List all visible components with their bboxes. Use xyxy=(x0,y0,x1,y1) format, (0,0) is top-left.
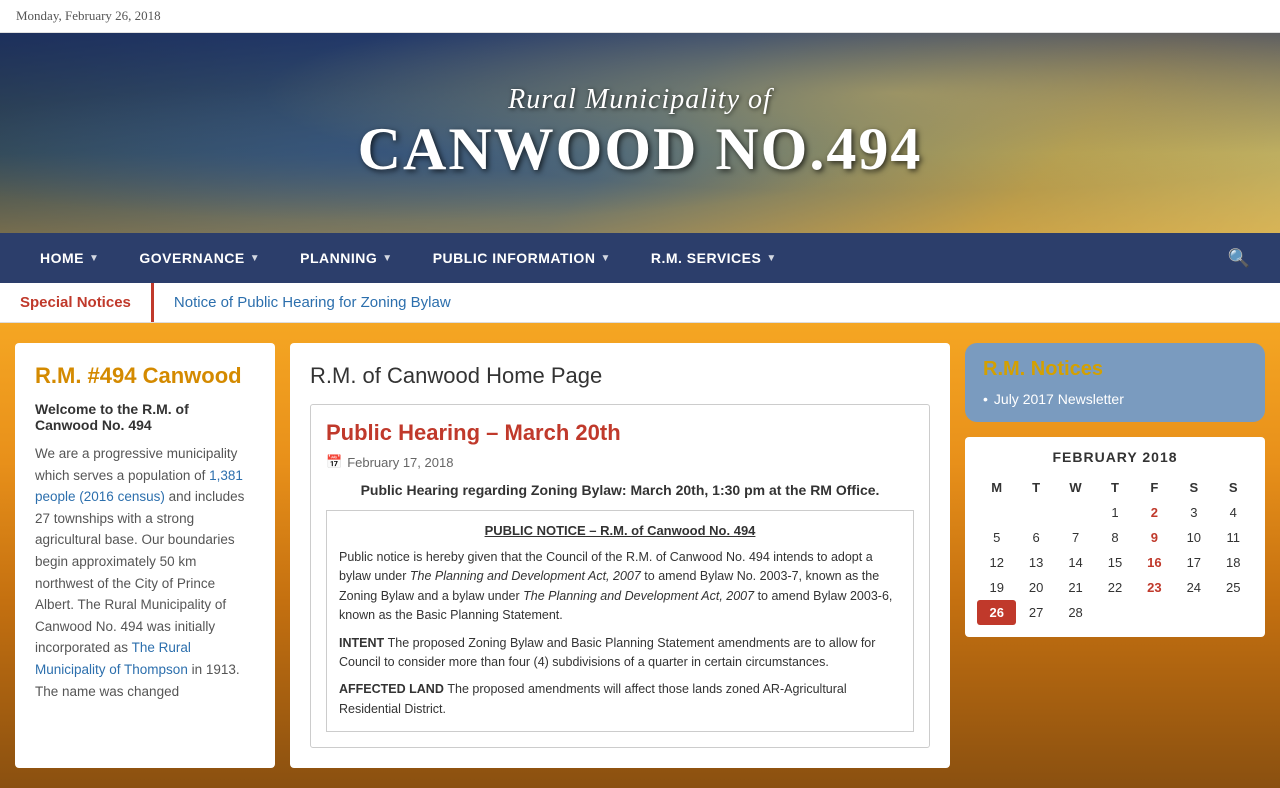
calendar-cell: 26 xyxy=(977,600,1016,625)
cal-header-s1: S xyxy=(1174,475,1213,500)
calendar-cell: 6 xyxy=(1016,525,1055,550)
nav-item-home[interactable]: HOME ▼ xyxy=(20,233,119,283)
calendar-header-row: M T W T F S S xyxy=(977,475,1253,500)
calendar-cell: 20 xyxy=(1016,575,1055,600)
nav-item-public-information[interactable]: PUBLIC INFORMATION ▼ xyxy=(413,233,631,283)
calendar-cell: 14 xyxy=(1056,550,1095,575)
calendar-row: 12131415161718 xyxy=(977,550,1253,575)
header-title: Rural Municipality of CANWOOD NO.494 xyxy=(358,84,923,182)
calendar-cell: 23 xyxy=(1135,575,1174,600)
nav-item-rm-services[interactable]: R.M. SERVICES ▼ xyxy=(631,233,797,283)
calendar-cell: 9 xyxy=(1135,525,1174,550)
sidebar-left: R.M. #494 Canwood Welcome to the R.M. of… xyxy=(15,343,275,768)
calendar-cell: 19 xyxy=(977,575,1016,600)
article-title: Public Hearing – March 20th xyxy=(326,420,914,446)
chevron-down-icon: ▼ xyxy=(89,253,99,264)
calendar-box: FEBRUARY 2018 M T W T F S S 123456789101… xyxy=(965,437,1265,637)
calendar-cell: 7 xyxy=(1056,525,1095,550)
calendar-row: 1234 xyxy=(977,500,1253,525)
calendar-row: 567891011 xyxy=(977,525,1253,550)
notice-title: PUBLIC NOTICE – R.M. of Canwood No. 494 xyxy=(339,523,901,538)
population-link[interactable]: 1,381 people (2016 census) xyxy=(35,468,243,505)
calendar-cell xyxy=(1174,600,1213,625)
notices-label: Special Notices xyxy=(0,283,154,322)
calendar-cell: 10 xyxy=(1174,525,1213,550)
calendar-cell: 18 xyxy=(1214,550,1253,575)
notice-intent-section: INTENT The proposed Zoning Bylaw and Bas… xyxy=(339,634,901,673)
calendar-cell: 17 xyxy=(1174,550,1213,575)
nav-bar: HOME ▼ GOVERNANCE ▼ PLANNING ▼ PUBLIC IN… xyxy=(0,233,1280,283)
date-bar: Monday, February 26, 2018 xyxy=(0,0,1280,33)
calendar-cell: 16 xyxy=(1135,550,1174,575)
calendar-row: 19202122232425 xyxy=(977,575,1253,600)
calendar-cell: 2 xyxy=(1135,500,1174,525)
current-date: Monday, February 26, 2018 xyxy=(16,8,161,23)
notice-box: PUBLIC NOTICE – R.M. of Canwood No. 494 … xyxy=(326,510,914,732)
header-main-title: CANWOOD NO.494 xyxy=(358,116,923,182)
calendar-row: 262728 xyxy=(977,600,1253,625)
notices-link[interactable]: Notice of Public Hearing for Zoning Byla… xyxy=(154,283,471,322)
chevron-down-icon: ▼ xyxy=(250,253,260,264)
calendar-icon: 📅 xyxy=(326,454,342,470)
calendar-cell xyxy=(1056,500,1095,525)
cal-header-s2: S xyxy=(1214,475,1253,500)
notice-intent-label: INTENT xyxy=(339,636,384,650)
sidebar-welcome: Welcome to the R.M. of Canwood No. 494 xyxy=(35,401,255,433)
article-summary: Public Hearing regarding Zoning Bylaw: M… xyxy=(326,482,914,498)
calendar-cell: 25 xyxy=(1214,575,1253,600)
calendar-cell: 24 xyxy=(1174,575,1213,600)
calendar-cell: 5 xyxy=(977,525,1016,550)
chevron-down-icon: ▼ xyxy=(382,253,392,264)
rm-notices-list: July 2017 Newsletter xyxy=(983,391,1247,407)
calendar-cell: 27 xyxy=(1016,600,1055,625)
nav-item-governance[interactable]: GOVERNANCE ▼ xyxy=(119,233,280,283)
cal-header-f: F xyxy=(1135,475,1174,500)
nav-item-planning[interactable]: PLANNING ▼ xyxy=(280,233,413,283)
notice-affected-label: AFFECTED LAND xyxy=(339,682,444,696)
calendar-title: FEBRUARY 2018 xyxy=(977,449,1253,465)
rm-notice-item[interactable]: July 2017 Newsletter xyxy=(983,391,1247,407)
main-center: R.M. of Canwood Home Page Public Hearing… xyxy=(290,343,950,768)
chevron-down-icon: ▼ xyxy=(600,253,610,264)
sidebar-description: We are a progressive municipality which … xyxy=(35,443,255,702)
calendar-cell: 1 xyxy=(1095,500,1134,525)
calendar-cell xyxy=(1095,600,1134,625)
rm-notices-title: R.M. Notices xyxy=(983,358,1247,381)
calendar-cell: 8 xyxy=(1095,525,1134,550)
sidebar-rm-title: R.M. #494 Canwood xyxy=(35,363,255,389)
calendar-cell: 22 xyxy=(1095,575,1134,600)
rm-notices-box: R.M. Notices July 2017 Newsletter xyxy=(965,343,1265,422)
sidebar-right: R.M. Notices July 2017 Newsletter FEBRUA… xyxy=(965,343,1265,768)
thompson-link[interactable]: The Rural Municipality of Thompson xyxy=(35,640,191,677)
calendar-cell: 12 xyxy=(977,550,1016,575)
article-date: 📅 February 17, 2018 xyxy=(326,454,914,470)
calendar-cell xyxy=(1214,600,1253,625)
calendar-cell: 3 xyxy=(1174,500,1213,525)
calendar-cell: 15 xyxy=(1095,550,1134,575)
header-subtitle: Rural Municipality of xyxy=(358,84,923,116)
calendar-cell: 28 xyxy=(1056,600,1095,625)
calendar-cell xyxy=(1016,500,1055,525)
article-box: Public Hearing – March 20th 📅 February 1… xyxy=(310,404,930,748)
calendar-cell xyxy=(1135,600,1174,625)
cal-header-m: M xyxy=(977,475,1016,500)
calendar-cell xyxy=(977,500,1016,525)
main-content: R.M. #494 Canwood Welcome to the R.M. of… xyxy=(0,323,1280,788)
calendar-cell: 11 xyxy=(1214,525,1253,550)
search-icon[interactable]: 🔍 xyxy=(1218,248,1260,269)
notices-bar: Special Notices Notice of Public Hearing… xyxy=(0,283,1280,323)
header-banner: Rural Municipality of CANWOOD NO.494 xyxy=(0,33,1280,233)
chevron-down-icon: ▼ xyxy=(766,253,776,264)
page-title: R.M. of Canwood Home Page xyxy=(310,363,930,389)
notice-para1: Public notice is hereby given that the C… xyxy=(339,548,901,626)
calendar-cell: 4 xyxy=(1214,500,1253,525)
cal-header-t1: T xyxy=(1016,475,1055,500)
calendar-cell: 13 xyxy=(1016,550,1055,575)
cal-header-t2: T xyxy=(1095,475,1134,500)
calendar-grid: M T W T F S S 12345678910111213141516171… xyxy=(977,475,1253,625)
calendar-cell: 21 xyxy=(1056,575,1095,600)
notice-affected-section: AFFECTED LAND The proposed amendments wi… xyxy=(339,680,901,719)
cal-header-w: W xyxy=(1056,475,1095,500)
notice-intent-text: The proposed Zoning Bylaw and Basic Plan… xyxy=(339,636,875,669)
